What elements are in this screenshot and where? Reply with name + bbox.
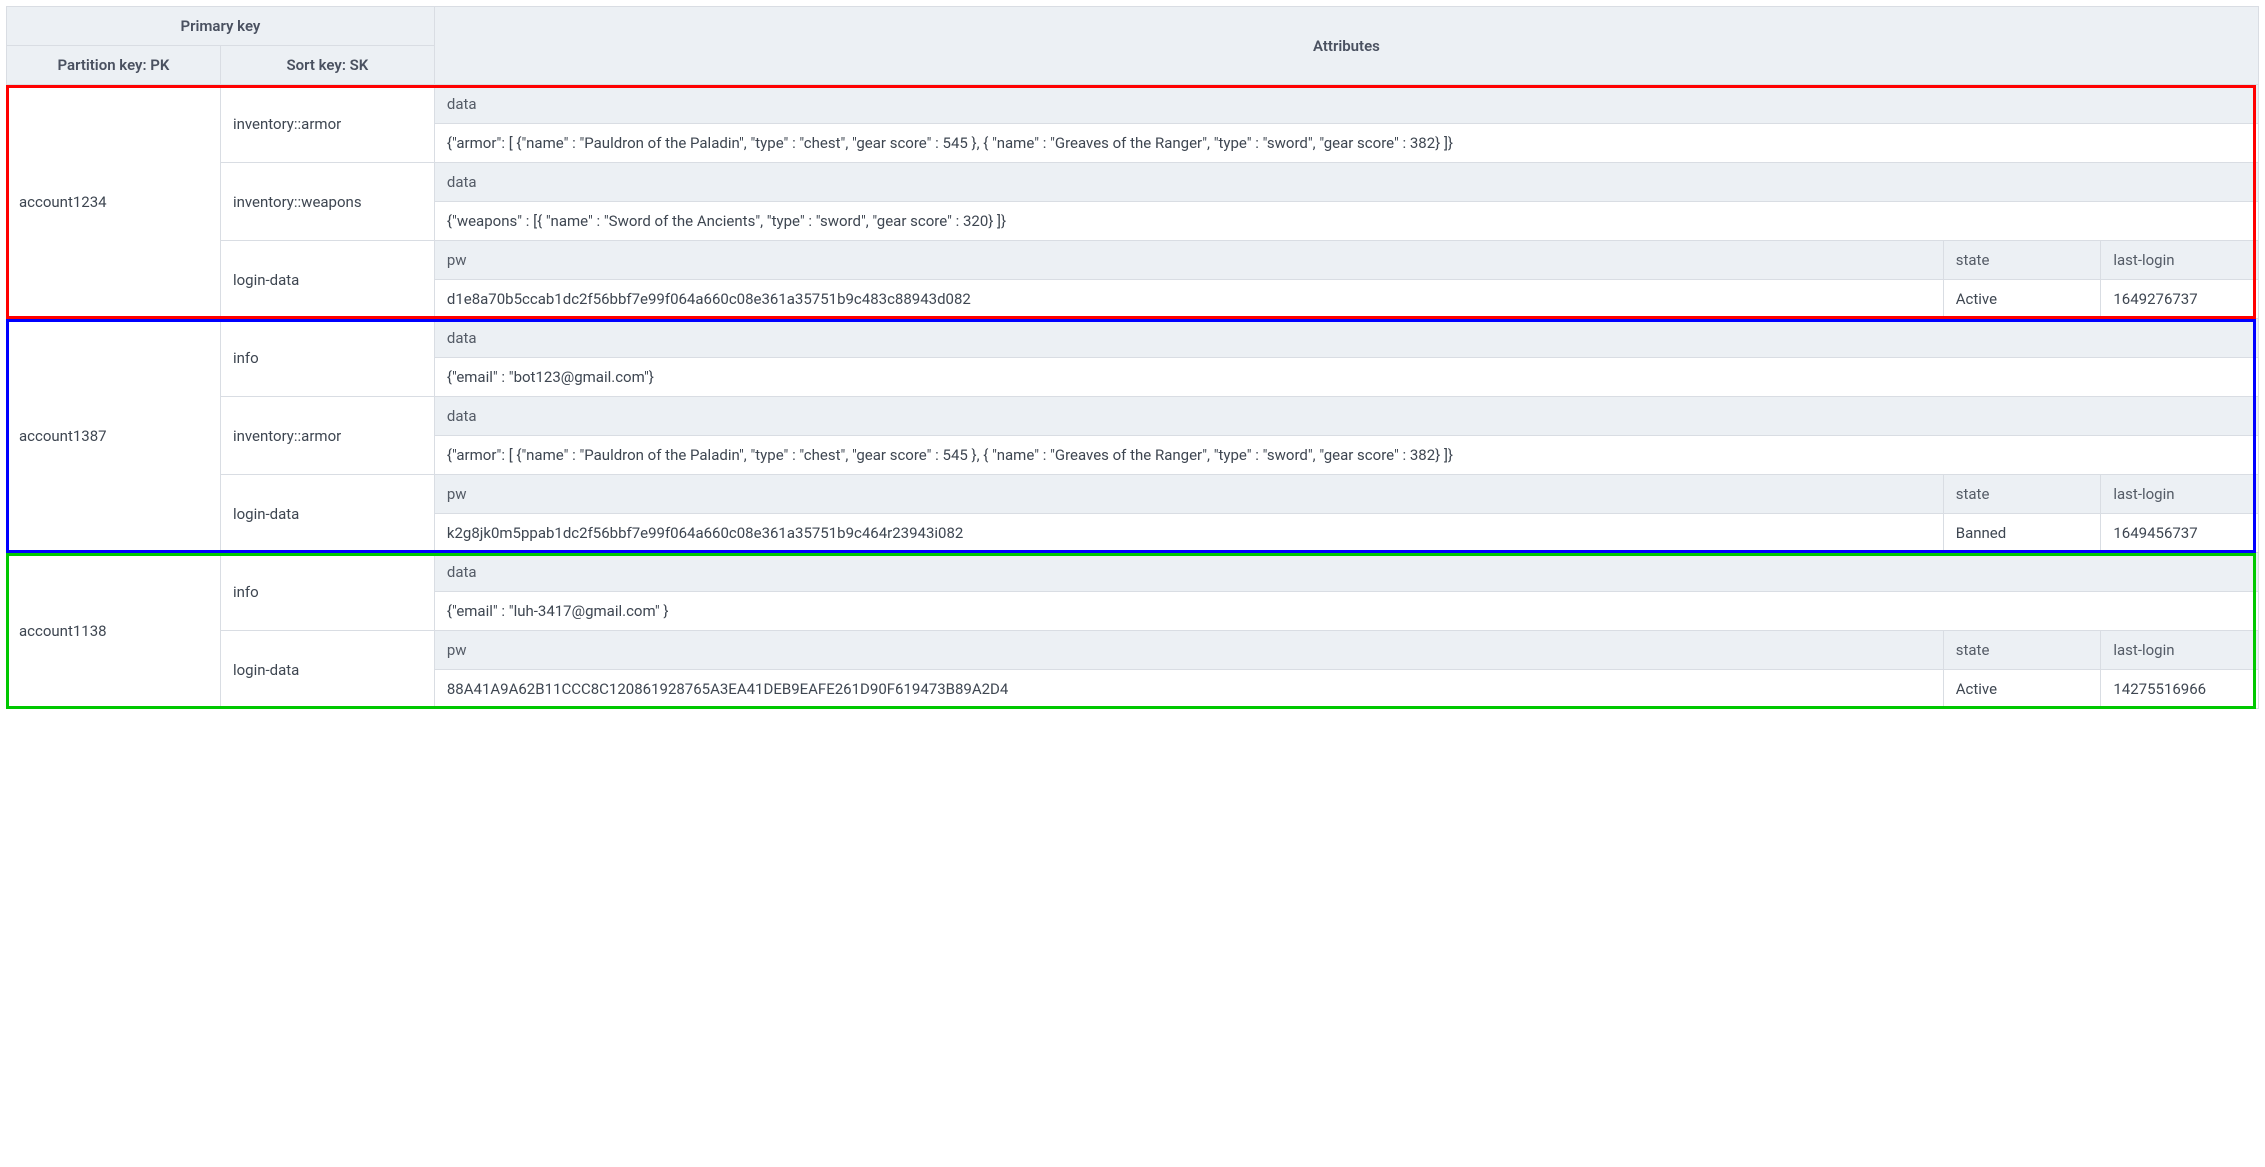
- attr-value-cell: Active: [1943, 280, 2101, 319]
- attr-label-cell: last-login: [2101, 475, 2259, 514]
- attr-value-cell: {"armor": [ {"name" : "Pauldron of the P…: [434, 124, 2258, 163]
- attr-label-cell: data: [434, 163, 2258, 202]
- attr-value-cell: Active: [1943, 670, 2101, 709]
- attr-label-cell: last-login: [2101, 631, 2259, 670]
- table-row: inventory::weaponsdata: [7, 163, 2259, 202]
- header-sk: Sort key: SK: [220, 46, 434, 85]
- pk-cell: account1387: [7, 319, 221, 553]
- attr-label-cell: state: [1943, 631, 2101, 670]
- attr-value-cell: {"armor": [ {"name" : "Pauldron of the P…: [434, 436, 2258, 475]
- attr-value-cell: 14275516966: [2101, 670, 2259, 709]
- pk-cell: account1234: [7, 85, 221, 319]
- sk-cell: info: [220, 553, 434, 631]
- attr-value-cell: d1e8a70b5ccab1dc2f56bbf7e99f064a660c08e3…: [434, 280, 1943, 319]
- attr-label-cell: data: [434, 319, 2258, 358]
- sk-cell: inventory::weapons: [220, 163, 434, 241]
- sk-cell: login-data: [220, 631, 434, 709]
- attr-label-cell: state: [1943, 241, 2101, 280]
- table-row: account1387infodata: [7, 319, 2259, 358]
- attr-value-cell: 1649456737: [2101, 514, 2259, 553]
- attr-label-cell: pw: [434, 475, 1943, 514]
- attr-value-cell: Banned: [1943, 514, 2101, 553]
- attr-label-cell: state: [1943, 475, 2101, 514]
- attr-value-cell: k2g8jk0m5ppab1dc2f56bbf7e99f064a660c08e3…: [434, 514, 1943, 553]
- header-attributes: Attributes: [434, 7, 2258, 85]
- attr-label-cell: pw: [434, 241, 1943, 280]
- sk-cell: inventory::armor: [220, 397, 434, 475]
- header-pk: Partition key: PK: [7, 46, 221, 85]
- table-row: login-datapwstatelast-login: [7, 475, 2259, 514]
- attr-label-cell: data: [434, 85, 2258, 124]
- table-row: inventory::armordata: [7, 397, 2259, 436]
- attr-value-cell: 88A41A9A62B11CCC8C120861928765A3EA41DEB9…: [434, 670, 1943, 709]
- attr-value-cell: 1649276737: [2101, 280, 2259, 319]
- pk-cell: account1138: [7, 553, 221, 709]
- attr-value-cell: {"weapons" : [{ "name" : "Sword of the A…: [434, 202, 2258, 241]
- attr-value-cell: {"email" : "luh-3417@gmail.com" }: [434, 592, 2258, 631]
- attr-label-cell: data: [434, 397, 2258, 436]
- table-row: account1234inventory::armordata: [7, 85, 2259, 124]
- header-primary-key: Primary key: [7, 7, 435, 46]
- attr-label-cell: last-login: [2101, 241, 2259, 280]
- table-header: Primary key Attributes Partition key: PK…: [7, 7, 2259, 85]
- sk-cell: inventory::armor: [220, 85, 434, 163]
- attr-value-cell: {"email" : "bot123@gmail.com"}: [434, 358, 2258, 397]
- table-body: account1234inventory::armordata{"armor":…: [7, 85, 2259, 709]
- attr-label-cell: pw: [434, 631, 1943, 670]
- sk-cell: login-data: [220, 475, 434, 553]
- table-row: login-datapwstatelast-login: [7, 241, 2259, 280]
- sk-cell: info: [220, 319, 434, 397]
- dynamodb-table: Primary key Attributes Partition key: PK…: [6, 6, 2259, 709]
- table-wrapper: Primary key Attributes Partition key: PK…: [6, 6, 2259, 709]
- table-row: login-datapwstatelast-login: [7, 631, 2259, 670]
- table-row: account1138infodata: [7, 553, 2259, 592]
- attr-label-cell: data: [434, 553, 2258, 592]
- sk-cell: login-data: [220, 241, 434, 319]
